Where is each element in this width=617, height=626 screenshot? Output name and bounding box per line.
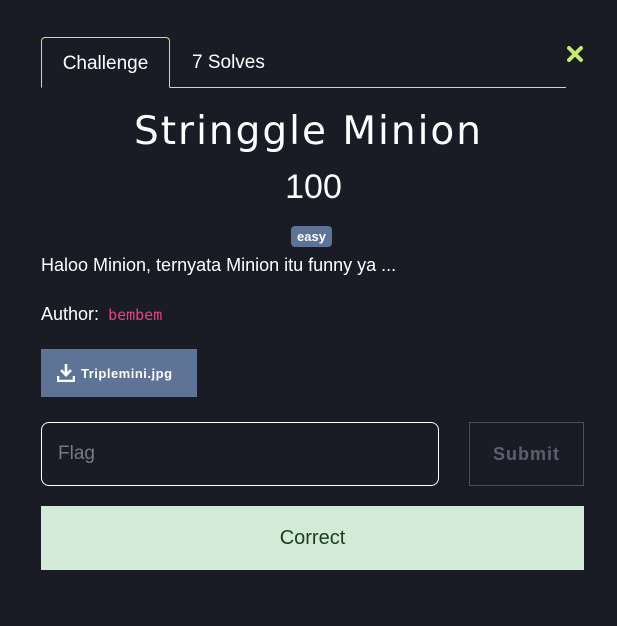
download-file-button[interactable]: Triplemini.jpg <box>41 349 197 397</box>
close-icon <box>567 46 583 62</box>
author-name: bembem <box>108 306 163 324</box>
close-button[interactable] <box>565 44 585 64</box>
tab-solves[interactable]: 7 Solves <box>192 37 265 88</box>
download-icon <box>57 364 75 382</box>
challenge-title: Stringgle Minion <box>134 109 483 154</box>
result-message: Correct <box>41 506 584 570</box>
author-line: Author: bembem <box>41 304 162 325</box>
file-name: Triplemini.jpg <box>81 365 173 381</box>
flag-input[interactable] <box>41 422 439 486</box>
tab-challenge[interactable]: Challenge <box>41 37 170 88</box>
challenge-tabs: Challenge 7 Solves <box>41 37 566 88</box>
challenge-description: Haloo Minion, ternyata Minion itu funny … <box>41 255 397 275</box>
challenge-points: 100 <box>285 168 342 206</box>
author-label: Author: <box>41 304 100 324</box>
submit-button[interactable]: Submit <box>469 422 584 486</box>
difficulty-badge: easy <box>291 226 332 247</box>
